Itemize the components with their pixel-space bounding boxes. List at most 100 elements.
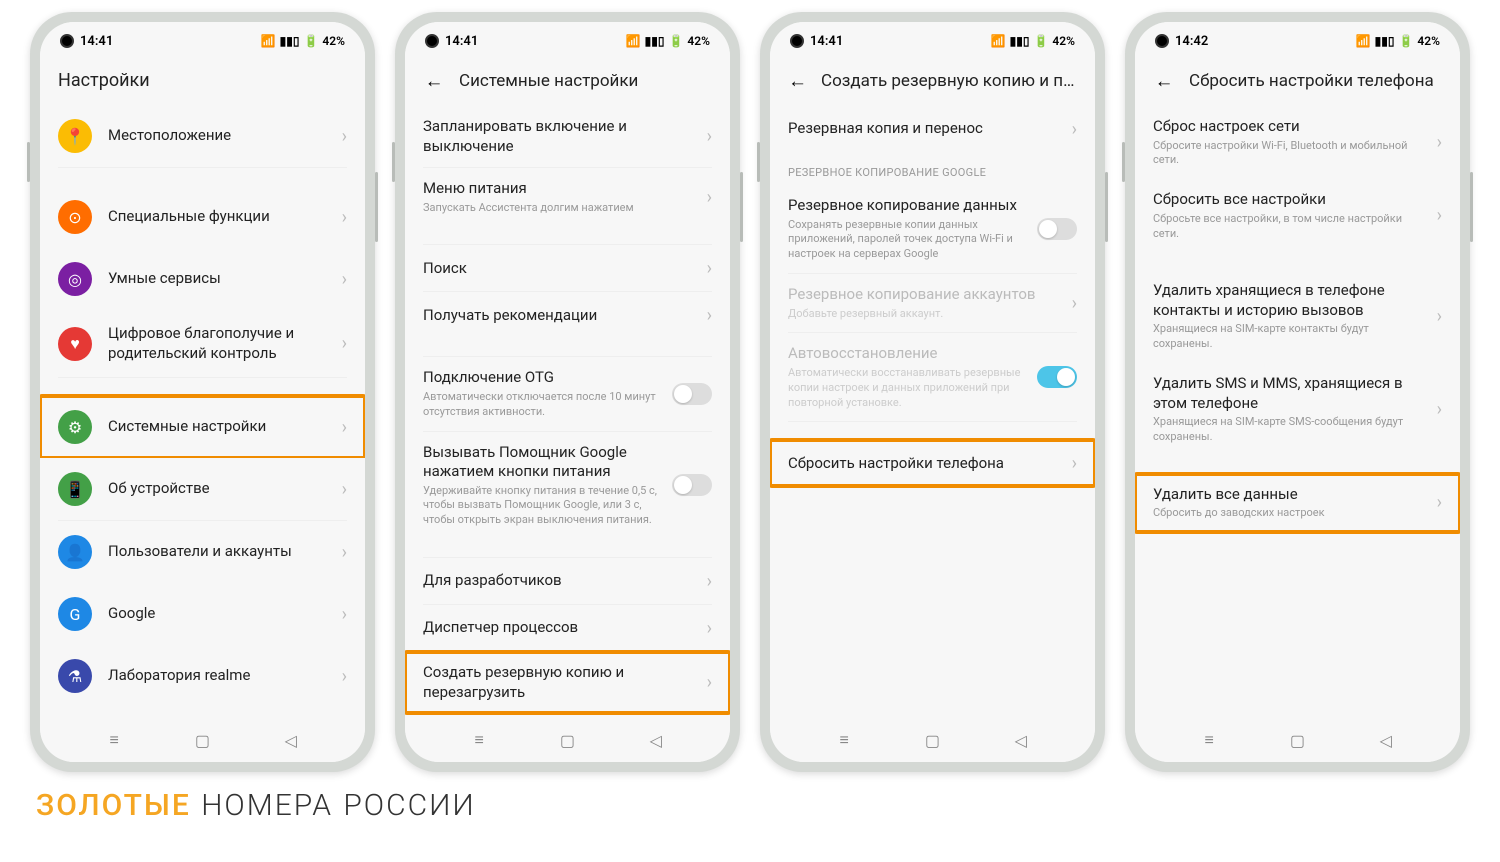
- wifi-icon: 📶: [991, 34, 1006, 48]
- signal-icon: ▮▮▯: [1010, 34, 1030, 48]
- list-item[interactable]: Сброс настроек сетиСбросите настройки Wi…: [1135, 106, 1460, 179]
- item-subtitle: Сбросьте все настройки, в том числе наст…: [1153, 212, 1429, 242]
- list-item[interactable]: Удалить все данныеСбросить до заводских …: [1135, 474, 1460, 532]
- page-title: Настройки: [58, 70, 150, 91]
- list-item[interactable]: Поиск›: [405, 245, 730, 291]
- system-settings-list[interactable]: Запланировать включение и выключение›Мен…: [405, 106, 730, 718]
- list-item[interactable]: Меню питанияЗапускать Ассистента долгим …: [405, 168, 730, 226]
- chevron-right-icon: ›: [342, 207, 347, 228]
- back-button[interactable]: ◁: [1377, 731, 1395, 749]
- item-title: Диспетчер процессов: [423, 618, 699, 638]
- toggle[interactable]: [672, 474, 712, 496]
- list-item: Резервное копирование аккаунтовДобавьте …: [770, 274, 1095, 332]
- list-item[interactable]: Запланировать включение и выключение›: [405, 106, 730, 167]
- back-icon[interactable]: ←: [423, 70, 445, 92]
- recent-button[interactable]: ≡: [835, 731, 853, 749]
- list-item[interactable]: ♥Цифровое благополучие и родительский ко…: [40, 310, 365, 377]
- chevron-right-icon: ›: [342, 479, 347, 500]
- item-title: Удалить хранящиеся в телефоне контакты и…: [1153, 281, 1429, 320]
- home-button[interactable]: ▢: [1288, 731, 1306, 749]
- list-item[interactable]: GGoogle›: [40, 583, 365, 645]
- home-button[interactable]: ▢: [558, 731, 576, 749]
- item-icon: 📍: [58, 119, 92, 153]
- back-button[interactable]: ◁: [1012, 731, 1030, 749]
- back-button[interactable]: ◁: [647, 731, 665, 749]
- signal-icon: ▮▮▯: [280, 34, 300, 48]
- phone-3: 14:41 📶▮▮▯🔋42% ← Создать резервную копию…: [760, 12, 1105, 772]
- recent-button[interactable]: ≡: [470, 731, 488, 749]
- item-subtitle: Автоматически отключается после 10 минут…: [423, 390, 664, 420]
- back-icon[interactable]: ←: [788, 70, 807, 92]
- item-icon: G: [58, 597, 92, 631]
- toggle[interactable]: [1037, 218, 1077, 240]
- chevron-right-icon: ›: [1437, 492, 1442, 513]
- chevron-right-icon: ›: [1072, 453, 1077, 474]
- status-bar: 14:41 📶▮▮▯🔋42%: [770, 22, 1095, 60]
- list-item[interactable]: ◎Умные сервисы›: [40, 248, 365, 310]
- chevron-right-icon: ›: [707, 305, 712, 326]
- titlebar: ← Системные настройки: [405, 60, 730, 106]
- camera-hole: [790, 34, 804, 48]
- chevron-right-icon: ›: [342, 333, 347, 354]
- list-item[interactable]: Удалить SMS и MMS, хранящиеся в этом тел…: [1135, 363, 1460, 456]
- list-item: АвтовосстановлениеАвтоматически восстана…: [770, 333, 1095, 421]
- item-subtitle: Удерживайте кнопку питания в течение 0,5…: [423, 484, 664, 529]
- back-icon[interactable]: ←: [1153, 70, 1175, 92]
- item-subtitle: Хранящиеся на SIM-карте SMS-сообщения бу…: [1153, 415, 1429, 445]
- camera-hole: [1155, 34, 1169, 48]
- list-item[interactable]: Сбросить настройки телефона›: [770, 440, 1095, 486]
- item-subtitle: Запускать Ассистента долгим нажатием: [423, 201, 699, 216]
- list-item[interactable]: Диспетчер процессов›: [405, 605, 730, 651]
- status-bar: 14:42 📶▮▮▯🔋42%: [1135, 22, 1460, 60]
- list-item[interactable]: Получать рекомендации›: [405, 292, 730, 338]
- list-item[interactable]: ⊙Специальные функции›: [40, 186, 365, 248]
- recent-button[interactable]: ≡: [1200, 731, 1218, 749]
- status-bar: 14:41 📶▮▮▯🔋42%: [40, 22, 365, 60]
- chevron-right-icon: ›: [707, 571, 712, 592]
- battery-icon: 🔋: [1398, 34, 1413, 48]
- list-item[interactable]: Вызывать Помощник Google нажатием кнопки…: [405, 432, 730, 540]
- reset-options-list[interactable]: Сброс настроек сетиСбросите настройки Wi…: [1135, 106, 1460, 718]
- list-item[interactable]: Для разработчиков ›: [405, 558, 730, 604]
- list-item[interactable]: 📍Местоположение›: [40, 105, 365, 167]
- camera-hole: [425, 34, 439, 48]
- item-icon: ⊙: [58, 200, 92, 234]
- list-item[interactable]: 📱Об устройстве›: [40, 458, 365, 520]
- list-item[interactable]: Удалить хранящиеся в телефоне контакты и…: [1135, 270, 1460, 363]
- signal-icon: ▮▮▯: [1375, 34, 1395, 48]
- item-subtitle: Добавьте резервный аккаунт.: [788, 307, 1064, 322]
- battery-pct: 42%: [1417, 34, 1440, 48]
- settings-list[interactable]: 📍Местоположение› ⊙Специальные функции›◎Ум…: [40, 105, 365, 718]
- home-button[interactable]: ▢: [923, 731, 941, 749]
- item-title: Удалить SMS и MMS, хранящиеся в этом тел…: [1153, 374, 1429, 413]
- backup-reset-list[interactable]: Резервная копия и перенос›РЕЗЕРВНОЕ КОПИ…: [770, 106, 1095, 718]
- item-title: Для разработчиков: [423, 571, 699, 591]
- list-item[interactable]: ⚙Системные настройки›: [40, 396, 365, 458]
- titlebar: ← Создать резервную копию и перезаг…: [770, 60, 1095, 106]
- status-bar: 14:41 📶▮▮▯🔋42%: [405, 22, 730, 60]
- item-title: Подключение OTG: [423, 368, 664, 388]
- list-item[interactable]: 👤Пользователи и аккаунты›: [40, 521, 365, 583]
- list-item[interactable]: Резервное копирование данныхСохранять ре…: [770, 185, 1095, 273]
- chevron-right-icon: ›: [707, 187, 712, 208]
- item-icon: 👤: [58, 535, 92, 569]
- list-item[interactable]: ⚗Лаборатория realme›: [40, 645, 365, 707]
- titlebar: Настройки: [40, 60, 365, 105]
- list-item[interactable]: Сбросить все настройкиСбросьте все настр…: [1135, 179, 1460, 252]
- list-item[interactable]: Подключение OTGАвтоматически отключается…: [405, 357, 730, 430]
- item-title: Создать резервную копию и перезагрузить: [423, 663, 699, 702]
- item-icon: ◎: [58, 262, 92, 296]
- phone-row: 14:41 📶▮▮▯🔋42% Настройки 📍Местоположение…: [12, 12, 1488, 772]
- back-button[interactable]: ◁: [282, 731, 300, 749]
- toggle[interactable]: [672, 383, 712, 405]
- chevron-right-icon: ›: [1072, 119, 1077, 140]
- wifi-icon: 📶: [626, 34, 641, 48]
- chevron-right-icon: ›: [1437, 205, 1442, 226]
- home-button[interactable]: ▢: [193, 731, 211, 749]
- item-title: Вызывать Помощник Google нажатием кнопки…: [423, 443, 664, 482]
- item-subtitle: Автоматически восстанавливать резервные …: [788, 366, 1029, 411]
- recent-button[interactable]: ≡: [105, 731, 123, 749]
- list-item[interactable]: Резервная копия и перенос›: [770, 106, 1095, 152]
- nav-bar: ≡ ▢ ◁: [405, 718, 730, 762]
- list-item[interactable]: Создать резервную копию и перезагрузить›: [405, 652, 730, 713]
